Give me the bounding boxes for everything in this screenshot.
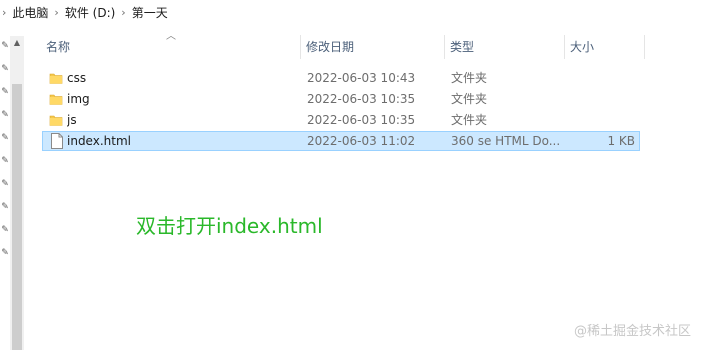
column-divider[interactable] xyxy=(444,35,445,59)
file-row-js[interactable]: js 2022-06-03 10:35 文件夹 xyxy=(42,110,640,130)
file-date: 2022-06-03 10:35 xyxy=(307,113,416,127)
column-header-size[interactable]: 大小 xyxy=(570,33,640,61)
file-type: 文件夹 xyxy=(451,113,488,127)
pin-icon[interactable]: ✎ xyxy=(1,86,9,98)
file-row-img[interactable]: img 2022-06-03 10:35 文件夹 xyxy=(42,89,640,109)
file-type: 文件夹 xyxy=(451,71,488,85)
pin-icon[interactable]: ✎ xyxy=(1,132,9,144)
file-date: 2022-06-03 10:43 xyxy=(307,71,416,85)
breadcrumb-item-drive-d[interactable]: 软件 (D:) xyxy=(65,4,115,21)
pin-icon[interactable]: ✎ xyxy=(1,155,9,167)
pin-icon[interactable]: ✎ xyxy=(1,40,9,52)
breadcrumb-item-this-pc[interactable]: 此电脑 xyxy=(12,4,48,21)
watermark: @稀土掘金技术社区 xyxy=(573,324,691,339)
pin-icon[interactable]: ✎ xyxy=(1,224,9,236)
breadcrumb: › 此电脑 › 软件 (D:) › 第一天 xyxy=(0,0,701,24)
breadcrumb-item-current-folder[interactable]: 第一天 xyxy=(132,4,168,21)
pin-icon[interactable]: ✎ xyxy=(1,247,9,259)
chevron-right-icon[interactable]: › xyxy=(121,6,125,19)
file-date: 2022-06-03 10:35 xyxy=(307,92,416,106)
column-header-type[interactable]: 类型 xyxy=(450,33,564,61)
folder-icon xyxy=(49,115,63,126)
pin-icon[interactable]: ✎ xyxy=(1,109,9,121)
file-name: img xyxy=(67,92,90,106)
file-row-index-html[interactable]: index.html 2022-06-03 11:02 360 se HTML … xyxy=(42,131,640,151)
chevron-right-icon[interactable]: › xyxy=(54,6,58,19)
pin-icon[interactable]: ✎ xyxy=(1,63,9,75)
file-type: 文件夹 xyxy=(451,92,488,106)
instruction-annotation: 双击打开index.html xyxy=(136,214,323,238)
folder-icon xyxy=(49,73,63,84)
file-date: 2022-06-03 11:02 xyxy=(307,134,416,148)
folder-icon xyxy=(49,94,63,105)
file-type: 360 se HTML Do... xyxy=(451,134,561,148)
column-divider[interactable] xyxy=(644,35,645,59)
html-file-icon xyxy=(51,133,63,149)
chevron-right-icon[interactable]: › xyxy=(2,6,6,19)
column-header: ︿ 名称 修改日期 类型 大小 xyxy=(38,31,646,61)
column-header-name[interactable]: 名称 xyxy=(46,33,300,61)
scrollbar-thumb[interactable] xyxy=(12,84,22,350)
scroll-up-arrow-icon[interactable]: ▲ xyxy=(10,36,24,50)
pin-icon[interactable]: ✎ xyxy=(1,201,9,213)
column-divider[interactable] xyxy=(300,35,301,59)
file-name: js xyxy=(67,113,77,127)
file-name: index.html xyxy=(67,134,131,148)
column-divider[interactable] xyxy=(564,35,565,59)
file-name: css xyxy=(67,71,87,85)
column-header-date[interactable]: 修改日期 xyxy=(306,33,444,61)
file-row-css[interactable]: css 2022-06-03 10:43 文件夹 xyxy=(42,68,640,88)
file-size: 1 KB xyxy=(607,134,635,148)
pin-icon[interactable]: ✎ xyxy=(1,178,9,190)
navigation-scrollbar[interactable]: ▲ xyxy=(10,36,24,350)
